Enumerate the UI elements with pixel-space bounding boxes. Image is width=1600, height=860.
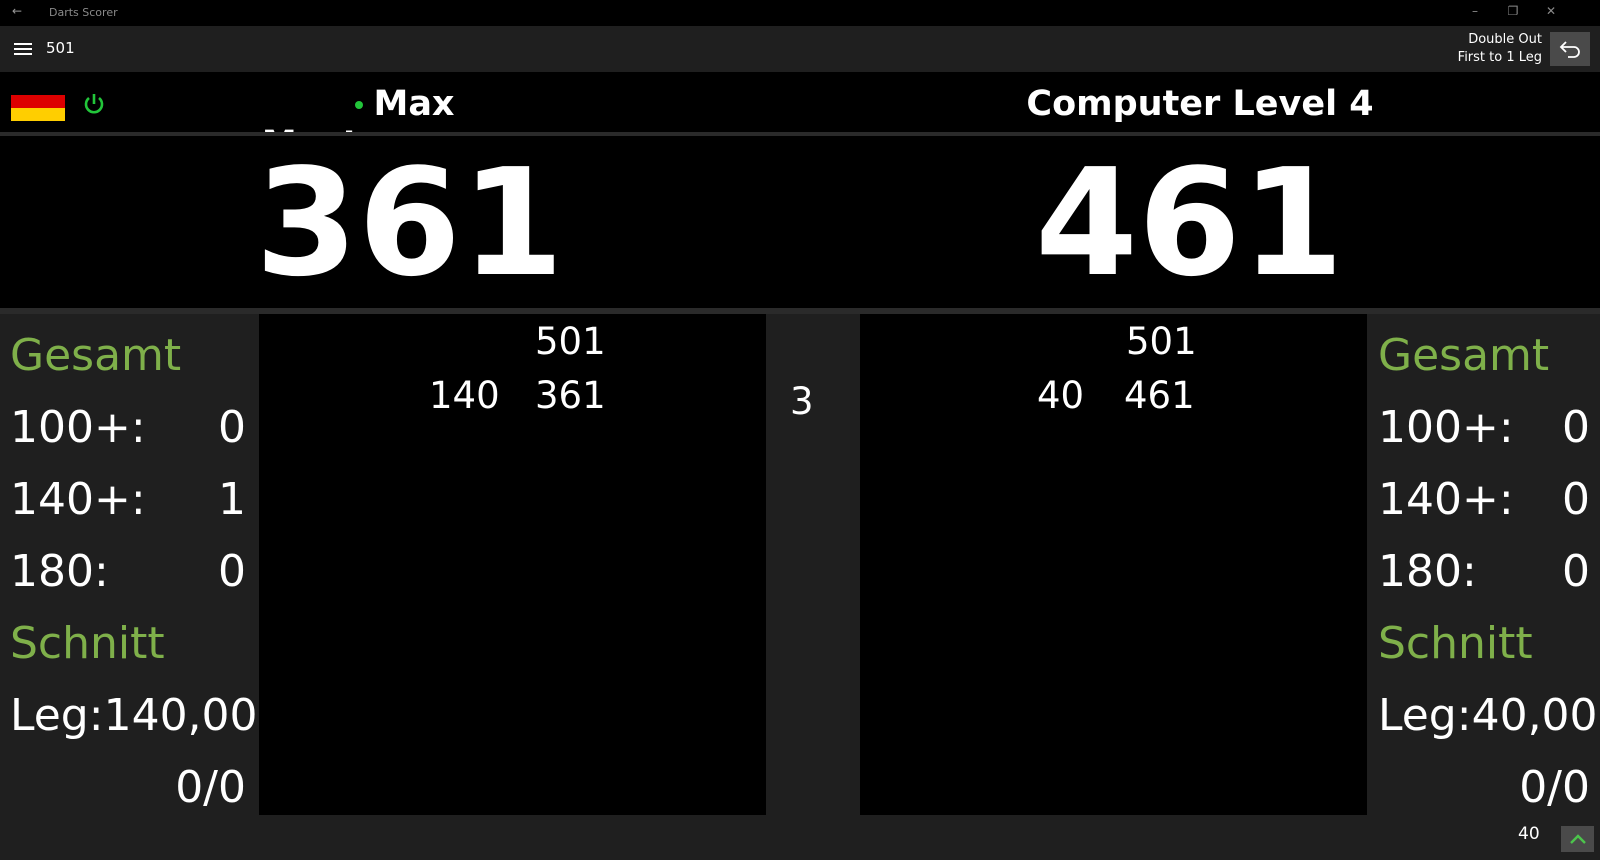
hamburger-menu-icon[interactable] (14, 40, 32, 56)
history-start: 501 (535, 320, 606, 363)
stat-100-plus: 100+: 0 (10, 402, 246, 453)
history-thrown: 40 (1037, 374, 1085, 417)
average-header: Schnitt (1378, 618, 1533, 669)
history-remaining: 461 (1124, 374, 1195, 417)
window-title: Darts Scorer (49, 6, 118, 19)
checkout-ratio: 0/0 (175, 762, 246, 813)
player2-stats: Gesamt 100+: 0 140+: 0 180: 0 Schnitt Leg: 4… (1378, 320, 1598, 824)
history-start: 501 (1126, 320, 1197, 363)
stat-140-plus: 140+: 0 (1378, 474, 1590, 525)
undo-button[interactable] (1550, 32, 1590, 66)
total-header: Gesamt (10, 330, 182, 381)
last-throw-value: 40 (1518, 824, 1540, 844)
average-header: Schnitt (10, 618, 165, 669)
player2-history-panel: 501 40 461 (860, 314, 1367, 815)
back-arrow-icon[interactable]: ← (12, 4, 22, 18)
window-titlebar: ← Darts Scorer – ❐ ✕ (0, 0, 1600, 26)
checkout-ratio: 0/0 (1519, 762, 1590, 813)
minimize-button[interactable]: – (1465, 4, 1485, 18)
player2-score: 461 (1035, 137, 1344, 309)
germany-flag-icon (11, 82, 65, 121)
player2-name: Computer Level 4 (1026, 84, 1374, 124)
stat-180: 180: 0 (10, 546, 246, 597)
undo-icon (1559, 41, 1580, 58)
game-rules: Double Out First to 1 Leg (1458, 31, 1542, 67)
player-names-bar: Max Mustermann Computer Level 4 (0, 72, 1600, 164)
stat-140-plus: 140+: 1 (10, 474, 246, 525)
close-button[interactable]: ✕ (1541, 4, 1561, 18)
game-mode-label: 501 (46, 39, 75, 57)
player1-history-panel: 501 140 361 (259, 314, 766, 815)
history-thrown: 140 (429, 374, 500, 417)
round-number: 3 (790, 380, 814, 423)
expand-button[interactable] (1561, 826, 1594, 852)
stat-180: 180: 0 (1378, 546, 1590, 597)
rule-line-1: Double Out (1468, 32, 1542, 47)
active-indicator-left (355, 101, 364, 109)
scores-area: 361 461 (0, 136, 1600, 308)
app-bar: 501 Double Out First to 1 Leg (0, 26, 1600, 72)
leg-average: Leg: 140,00 (10, 690, 258, 741)
player1-stats: Gesamt 100+: 0 140+: 1 180: 0 Schnitt Leg: 1… (10, 320, 258, 824)
history-remaining: 361 (535, 374, 606, 417)
stat-100-plus: 100+: 0 (1378, 402, 1590, 453)
restore-button[interactable]: ❐ (1503, 4, 1523, 18)
player1-score: 361 (255, 137, 564, 309)
total-header: Gesamt (1378, 330, 1550, 381)
rule-line-2: First to 1 Leg (1457, 50, 1542, 65)
power-icon[interactable] (83, 92, 105, 116)
leg-average: Leg: 40,00 (1378, 690, 1598, 741)
chevron-up-icon (1569, 834, 1586, 844)
